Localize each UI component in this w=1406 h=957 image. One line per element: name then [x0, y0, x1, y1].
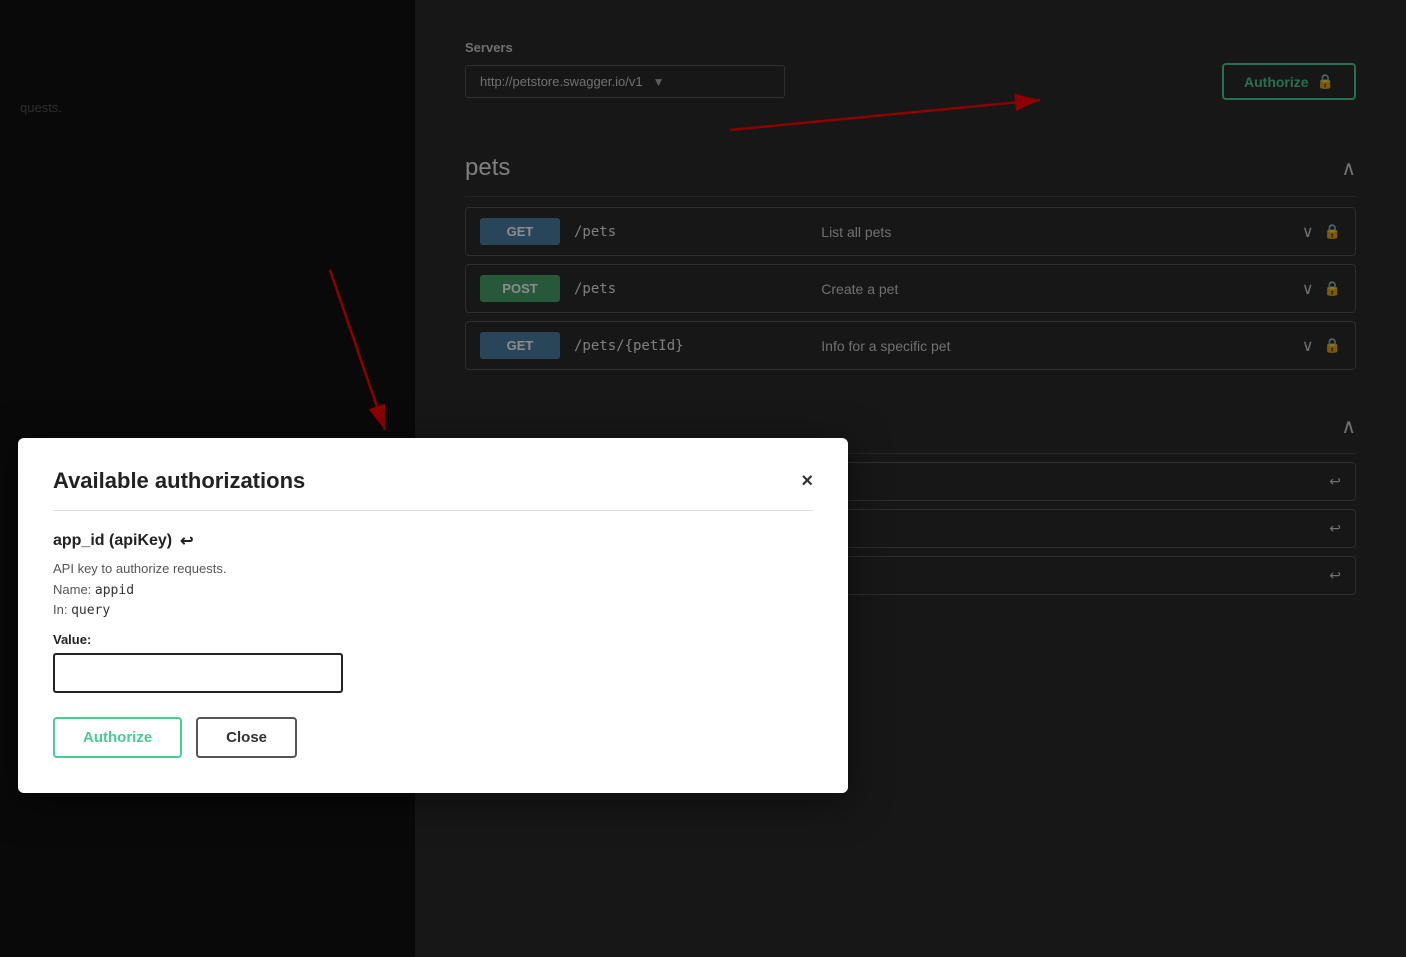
value-input[interactable]: [53, 653, 343, 693]
modal-authorize-button[interactable]: Authorize: [53, 717, 182, 758]
modal-title-row: Available authorizations ×: [53, 468, 813, 511]
auth-name-value: appid: [95, 583, 134, 598]
auth-section-title: app_id (apiKey) ↩: [53, 531, 813, 551]
auth-in-value: query: [71, 603, 110, 618]
auth-section-title-text: app_id (apiKey): [53, 532, 172, 550]
value-label: Value:: [53, 632, 813, 647]
return-icon: ↩: [180, 531, 193, 551]
auth-meta-in: In: query: [53, 602, 813, 618]
modal-close-button[interactable]: ×: [801, 470, 813, 493]
modal-buttons: Authorize Close: [53, 717, 813, 758]
modal-close-btn[interactable]: Close: [196, 717, 297, 758]
modal-title: Available authorizations: [53, 468, 305, 494]
available-authorizations-modal: Available authorizations × app_id (apiKe…: [18, 438, 848, 793]
auth-description: API key to authorize requests.: [53, 561, 813, 576]
auth-meta-name: Name: appid: [53, 582, 813, 598]
